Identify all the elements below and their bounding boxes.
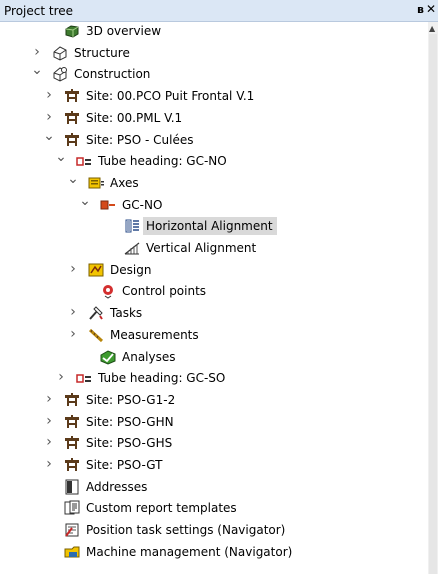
position-task-icon — [64, 522, 80, 538]
tree-node-label: Site: PSO-GHN — [86, 414, 174, 429]
chevron-right-icon[interactable]: › — [67, 259, 79, 281]
tree-node-label: Design — [110, 262, 152, 277]
site-icon — [64, 414, 80, 430]
tree-node-structure[interactable]: › Structure — [0, 42, 428, 64]
site-icon — [64, 392, 80, 408]
axes-icon — [88, 175, 104, 191]
project-tree: 3D overview › Structure ⌄ Construction › Site:… — [0, 22, 428, 574]
structure-icon — [52, 45, 68, 61]
tree-node-position-task-settings[interactable]: Position task settings (Navigator) — [0, 519, 428, 541]
tree-node-label: Site: PSO-G1-2 — [86, 392, 176, 407]
tube-heading-icon — [76, 153, 92, 169]
tree-node-label: Construction — [74, 67, 151, 82]
tree-node-label: Horizontal Alignment — [143, 217, 277, 236]
close-icon[interactable]: ✕ — [426, 2, 436, 16]
analyses-icon — [100, 349, 116, 365]
chevron-down-icon[interactable]: ⌄ — [67, 172, 79, 194]
addresses-icon — [64, 479, 80, 495]
report-template-icon — [64, 500, 80, 516]
vertical-alignment-icon — [124, 240, 140, 256]
chevron-down-icon[interactable]: ⌄ — [55, 150, 67, 172]
tree-node-site-pso-culees[interactable]: ⌄ Site: PSO - Culées — [0, 129, 428, 151]
chevron-right-icon[interactable]: › — [67, 302, 79, 324]
panel-title-bar: Project tree ʙ ✕ — [0, 0, 438, 22]
tree-node-label: Site: PSO-GT — [86, 458, 163, 472]
chevron-right-icon[interactable]: › — [55, 367, 67, 389]
tree-node-3d-overview[interactable]: 3D overview — [0, 22, 428, 42]
alignment-axis-icon — [100, 197, 116, 213]
tree-node-label: Machine management (Navigator) — [86, 544, 293, 559]
tree-node-label: Site: PSO-GHS — [86, 436, 173, 451]
tree-node-machine-management[interactable]: Machine management (Navigator) — [0, 541, 428, 563]
scrollbar-thumb[interactable] — [429, 34, 437, 574]
tree-node-label: Analyses — [122, 349, 176, 364]
chevron-down-icon[interactable]: ⌄ — [79, 194, 91, 216]
control-points-icon — [100, 283, 116, 299]
chevron-right-icon[interactable]: › — [43, 411, 55, 433]
tree-node-label: GC-NO — [122, 197, 163, 212]
tree-node-label: 3D overview — [86, 24, 162, 38]
tree-node-label: Site: 00.PCO Puit Frontal V.1 — [86, 89, 255, 104]
tree-node-label: Tube heading: GC-SO — [98, 371, 226, 386]
chevron-right-icon[interactable]: › — [43, 454, 55, 476]
measurements-icon — [88, 327, 104, 343]
tree-node-label: Tasks — [110, 306, 143, 321]
site-icon — [64, 457, 80, 473]
tree-node-control-points[interactable]: Control points — [0, 280, 428, 302]
chevron-right-icon[interactable]: › — [31, 42, 43, 64]
tree-node-analyses[interactable]: Analyses — [0, 346, 428, 368]
construction-icon — [52, 66, 68, 82]
chevron-right-icon[interactable]: › — [67, 324, 79, 346]
chevron-right-icon[interactable]: › — [43, 389, 55, 411]
site-icon — [64, 132, 80, 148]
site-icon — [64, 88, 80, 104]
chevron-right-icon[interactable]: › — [43, 85, 55, 107]
tree-node-label: Structure — [74, 45, 130, 60]
panel-title: Project tree — [4, 4, 74, 18]
tree-node-label: Addresses — [86, 479, 148, 494]
tube-heading-icon — [76, 370, 92, 386]
tree-node-tasks[interactable]: › Tasks — [0, 302, 428, 324]
tree-node-label: Vertical Alignment — [146, 241, 257, 255]
tasks-icon — [88, 305, 104, 321]
design-icon — [88, 262, 104, 278]
tree-node-label: Measurements — [110, 327, 199, 342]
chevron-right-icon[interactable]: › — [43, 107, 55, 129]
tree-node-addresses[interactable]: Addresses — [0, 476, 428, 498]
3d-overview-icon — [64, 23, 80, 39]
tree-node-vertical-alignment[interactable]: Vertical Alignment — [0, 237, 428, 259]
tree-node-gc-no[interactable]: ⌄ GC-NO — [0, 194, 428, 216]
tree-node-label: Tube heading: GC-NO — [98, 154, 227, 169]
tree-node-label: Site: 00.PML V.1 — [86, 110, 183, 125]
scroll-up-icon[interactable]: ▲ — [429, 24, 435, 33]
tree-node-label: Custom report templates — [86, 501, 237, 516]
tree-node-label: Axes — [110, 175, 139, 190]
tree-node-custom-report-templates[interactable]: Custom report templates — [0, 497, 428, 519]
tree-node-site-pco[interactable]: › Site: 00.PCO Puit Frontal V.1 — [0, 85, 428, 107]
chevron-down-icon[interactable]: ⌄ — [31, 63, 43, 85]
tree-node-construction[interactable]: ⌄ Construction — [0, 63, 428, 85]
tree-node-site-pso-gt[interactable]: › Site: PSO-GT — [0, 454, 428, 476]
tree-node-tube-heading-gc-so[interactable]: › Tube heading: GC-SO — [0, 367, 428, 389]
chevron-right-icon[interactable]: › — [43, 432, 55, 454]
site-icon — [64, 110, 80, 126]
chevron-down-icon[interactable]: ⌄ — [43, 129, 55, 151]
tree-node-axes[interactable]: ⌄ Axes — [0, 172, 428, 194]
tree-node-site-pso-ghn[interactable]: › Site: PSO-GHN — [0, 411, 428, 433]
tree-node-label: Control points — [122, 284, 207, 299]
machine-management-icon — [64, 544, 80, 560]
tree-node-horizontal-alignment[interactable]: Horizontal Alignment — [0, 215, 428, 237]
tree-node-design[interactable]: › Design — [0, 259, 428, 281]
tree-node-site-pso-ghs[interactable]: › Site: PSO-GHS — [0, 432, 428, 454]
site-icon — [64, 435, 80, 451]
vertical-scrollbar[interactable]: ▲ — [428, 22, 438, 574]
horizontal-alignment-icon — [124, 218, 140, 234]
tree-node-site-pml[interactable]: › Site: 00.PML V.1 — [0, 107, 428, 129]
tree-node-site-pso-g1-2[interactable]: › Site: PSO-G1-2 — [0, 389, 428, 411]
tree-node-measurements[interactable]: › Measurements — [0, 324, 428, 346]
tree-node-tube-heading-gc-no[interactable]: ⌄ Tube heading: GC-NO — [0, 150, 428, 172]
tree-node-label: Position task settings (Navigator) — [86, 523, 286, 538]
pin-icon[interactable]: ʙ — [417, 3, 424, 16]
tree-node-label: Site: PSO - Culées — [86, 132, 194, 147]
